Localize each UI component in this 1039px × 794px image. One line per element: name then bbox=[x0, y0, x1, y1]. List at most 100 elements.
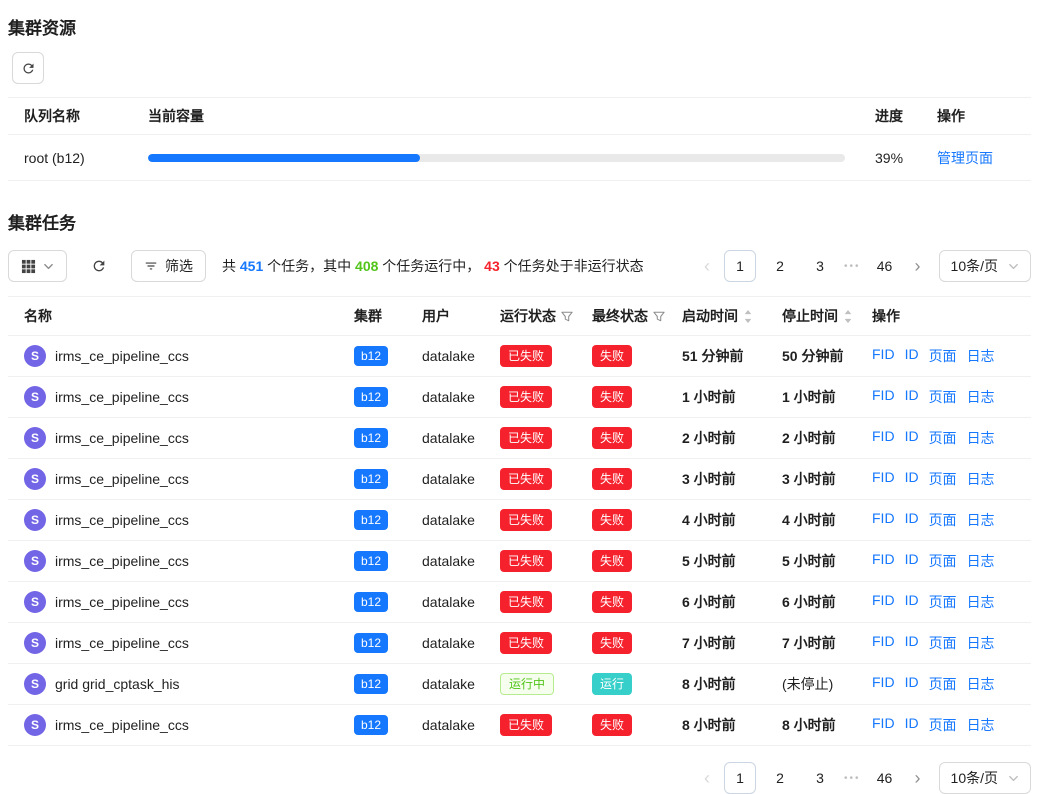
log-link[interactable]: 日志 bbox=[967, 387, 995, 407]
id-link[interactable]: ID bbox=[905, 346, 919, 366]
id-link[interactable]: ID bbox=[905, 469, 919, 489]
task-user: datalake bbox=[422, 471, 500, 487]
id-link[interactable]: ID bbox=[905, 633, 919, 653]
page-link[interactable]: 页面 bbox=[929, 674, 957, 694]
fid-link[interactable]: FID bbox=[872, 633, 895, 653]
id-link[interactable]: ID bbox=[905, 715, 919, 735]
col-stop-time: 停止时间 bbox=[782, 306, 872, 326]
task-name-cell: S irms_ce_pipeline_ccs bbox=[24, 714, 354, 736]
page-link[interactable]: 页面 bbox=[929, 469, 957, 489]
id-link[interactable]: ID bbox=[905, 428, 919, 448]
final-status-badge: 失败 bbox=[592, 550, 632, 572]
final-status-badge: 运行 bbox=[592, 673, 632, 695]
cluster-badge: b12 bbox=[354, 387, 388, 407]
final-status-badge: 失败 bbox=[592, 632, 632, 654]
id-link[interactable]: ID bbox=[905, 592, 919, 612]
start-time: 7 小时前 bbox=[682, 633, 782, 653]
filter-funnel-icon[interactable] bbox=[561, 311, 573, 322]
task-row: S grid grid_cptask_his b12 datalake 运行中 … bbox=[8, 664, 1031, 705]
fid-link[interactable]: FID bbox=[872, 674, 895, 694]
id-link[interactable]: ID bbox=[905, 387, 919, 407]
refresh-tasks-button[interactable] bbox=[83, 250, 115, 282]
page-button-2[interactable]: 2 bbox=[764, 762, 796, 794]
page-size-select[interactable]: 10条/页 bbox=[939, 762, 1031, 794]
fid-link[interactable]: FID bbox=[872, 510, 895, 530]
fid-link[interactable]: FID bbox=[872, 346, 895, 366]
fid-link[interactable]: FID bbox=[872, 428, 895, 448]
task-user: datalake bbox=[422, 430, 500, 446]
start-time: 8 小时前 bbox=[682, 674, 782, 694]
page-button-2[interactable]: 2 bbox=[764, 250, 796, 282]
queue-name: root (b12) bbox=[24, 150, 148, 166]
page-button-last[interactable]: 46 bbox=[869, 250, 901, 282]
final-status-badge: 失败 bbox=[592, 591, 632, 613]
fid-link[interactable]: FID bbox=[872, 715, 895, 735]
page-link[interactable]: 页面 bbox=[929, 387, 957, 407]
fid-link[interactable]: FID bbox=[872, 551, 895, 571]
page-button-last[interactable]: 46 bbox=[869, 762, 901, 794]
prev-page-button[interactable]: ‹ bbox=[698, 250, 716, 282]
filter-funnel-icon[interactable] bbox=[653, 311, 665, 322]
row-actions: FID ID 页面 日志 bbox=[872, 510, 1015, 530]
row-actions: FID ID 页面 日志 bbox=[872, 469, 1015, 489]
id-link[interactable]: ID bbox=[905, 510, 919, 530]
page-button-1[interactable]: 1 bbox=[724, 250, 756, 282]
page-link[interactable]: 页面 bbox=[929, 633, 957, 653]
cluster-resources-table: 队列名称 当前容量 进度 操作 root (b12) 39% 管理页面 bbox=[8, 97, 1031, 181]
run-status-badge: 已失败 bbox=[500, 345, 552, 367]
chevron-down-icon bbox=[1008, 261, 1019, 272]
layout-toggle-button[interactable] bbox=[8, 250, 67, 282]
log-link[interactable]: 日志 bbox=[967, 674, 995, 694]
log-link[interactable]: 日志 bbox=[967, 510, 995, 530]
stop-time: 6 小时前 bbox=[782, 592, 872, 612]
task-name: irms_ce_pipeline_ccs bbox=[55, 717, 189, 733]
prev-page-button[interactable]: ‹ bbox=[698, 762, 716, 794]
log-link[interactable]: 日志 bbox=[967, 592, 995, 612]
page-ellipsis[interactable]: ••• bbox=[844, 261, 861, 272]
sorter-icon[interactable] bbox=[743, 309, 753, 324]
start-time: 6 小时前 bbox=[682, 592, 782, 612]
manage-page-link[interactable]: 管理页面 bbox=[937, 150, 993, 166]
log-link[interactable]: 日志 bbox=[967, 346, 995, 366]
log-link[interactable]: 日志 bbox=[967, 633, 995, 653]
log-link[interactable]: 日志 bbox=[967, 715, 995, 735]
run-status-badge: 已失败 bbox=[500, 714, 552, 736]
task-row: S irms_ce_pipeline_ccs b12 datalake 已失败 … bbox=[8, 623, 1031, 664]
row-actions: FID ID 页面 日志 bbox=[872, 346, 1015, 366]
progress-fill bbox=[148, 154, 420, 162]
running-count: 408 bbox=[355, 258, 378, 274]
log-link[interactable]: 日志 bbox=[967, 551, 995, 571]
spark-avatar: S bbox=[24, 468, 46, 490]
col-label: 停止时间 bbox=[782, 306, 838, 326]
next-page-button[interactable]: › bbox=[909, 762, 927, 794]
col-current-capacity: 当前容量 bbox=[148, 106, 875, 126]
page-link[interactable]: 页面 bbox=[929, 715, 957, 735]
next-page-button[interactable]: › bbox=[909, 250, 927, 282]
sorter-icon[interactable] bbox=[843, 309, 853, 324]
refresh-resources-button[interactable] bbox=[12, 52, 44, 84]
log-link[interactable]: 日志 bbox=[967, 428, 995, 448]
col-label: 最终状态 bbox=[592, 306, 648, 326]
page-button-3[interactable]: 3 bbox=[804, 762, 836, 794]
page-button-3[interactable]: 3 bbox=[804, 250, 836, 282]
log-link[interactable]: 日志 bbox=[967, 469, 995, 489]
fid-link[interactable]: FID bbox=[872, 592, 895, 612]
task-name-cell: S grid grid_cptask_his bbox=[24, 673, 354, 695]
stop-time: 3 小时前 bbox=[782, 469, 872, 489]
fid-link[interactable]: FID bbox=[872, 469, 895, 489]
page-button-1[interactable]: 1 bbox=[724, 762, 756, 794]
page-link[interactable]: 页面 bbox=[929, 551, 957, 571]
id-link[interactable]: ID bbox=[905, 674, 919, 694]
run-status-badge: 已失败 bbox=[500, 632, 552, 654]
start-time: 8 小时前 bbox=[682, 715, 782, 735]
page-ellipsis[interactable]: ••• bbox=[844, 773, 861, 784]
page-link[interactable]: 页面 bbox=[929, 428, 957, 448]
page-link[interactable]: 页面 bbox=[929, 592, 957, 612]
col-label: 运行状态 bbox=[500, 306, 556, 326]
page-link[interactable]: 页面 bbox=[929, 346, 957, 366]
fid-link[interactable]: FID bbox=[872, 387, 895, 407]
filter-button[interactable]: 筛选 bbox=[131, 250, 206, 282]
id-link[interactable]: ID bbox=[905, 551, 919, 571]
page-link[interactable]: 页面 bbox=[929, 510, 957, 530]
page-size-select[interactable]: 10条/页 bbox=[939, 250, 1031, 282]
